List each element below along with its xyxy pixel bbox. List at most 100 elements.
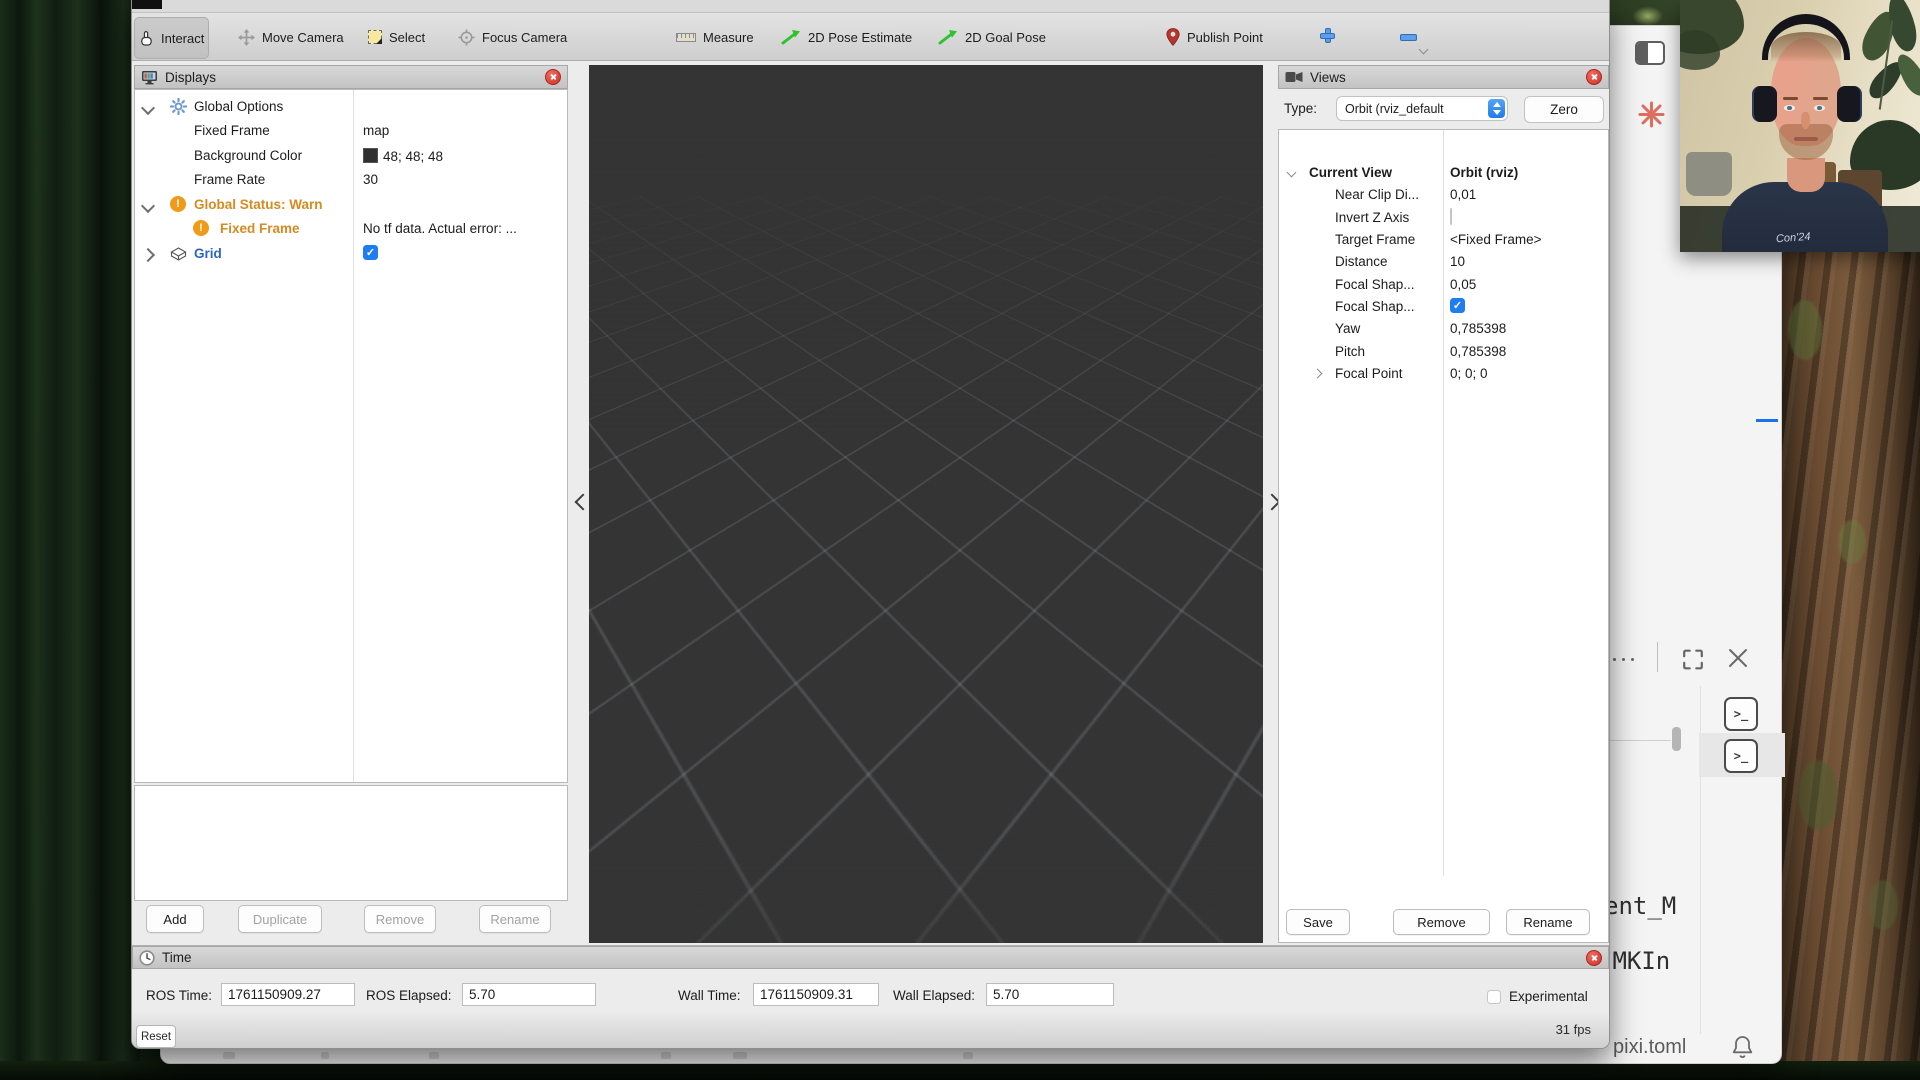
row-value[interactable]: 0,785398 — [1450, 344, 1506, 359]
statusbar-glyph — [661, 1052, 671, 1059]
ros-elapsed-field[interactable] — [462, 983, 596, 1006]
color-swatch — [363, 148, 378, 163]
time-panel-header[interactable]: Time — [132, 946, 1609, 969]
chevron-down-icon[interactable] — [1287, 168, 1297, 178]
tree-row-grid[interactable]: Grid ✓ — [134, 242, 568, 266]
tree-row-fixed-frame-warning[interactable]: ! Fixed Frame No tf data. Actual error: … — [134, 217, 568, 241]
tree-row-frame-rate[interactable]: Frame Rate 30 — [134, 168, 568, 192]
panel-close-button[interactable] — [545, 69, 561, 85]
invert-z-checkbox[interactable] — [1450, 208, 1452, 225]
bell-icon[interactable] — [1731, 1034, 1754, 1060]
view-row-focal-shape-fixed[interactable]: Focal Shap... ✓ — [1278, 296, 1609, 318]
dropdown-stepper-icon[interactable] — [1488, 99, 1505, 118]
panel-close-button[interactable] — [1586, 69, 1602, 85]
view-row-current-view[interactable]: Current View Orbit (rviz) — [1278, 162, 1609, 184]
view-row-focal-point[interactable]: Focal Point 0; 0; 0 — [1278, 363, 1609, 385]
tool-2d-goal-pose[interactable]: 2D Goal Pose — [934, 19, 1050, 55]
tool-2d-pose-estimate[interactable]: 2D Pose Estimate — [777, 19, 916, 55]
view-row-invert-z[interactable]: Invert Z Axis — [1278, 207, 1609, 229]
duplicate-display-button[interactable]: Duplicate — [238, 905, 322, 933]
tool-label: Measure — [703, 30, 754, 45]
tree-row-global-status[interactable]: ! Global Status: Warn — [134, 193, 568, 217]
grid-enabled-checkbox[interactable]: ✓ — [363, 245, 378, 260]
close-icon[interactable] — [1726, 646, 1750, 670]
rename-display-button[interactable]: Rename — [479, 905, 551, 933]
tree-row-fixed-frame[interactable]: Fixed Frame map — [134, 119, 568, 143]
clock-icon — [139, 950, 155, 966]
warning-icon: ! — [193, 220, 209, 236]
add-display-button[interactable]: Add — [146, 905, 204, 933]
row-value[interactable]: 0; 0; 0 — [1450, 366, 1488, 381]
row-value[interactable]: ✓ — [363, 245, 378, 260]
wall-elapsed-label: Wall Elapsed: — [893, 988, 975, 1003]
displays-panel-header[interactable]: Displays — [134, 65, 568, 89]
row-value[interactable] — [1450, 209, 1452, 224]
wall-elapsed-field[interactable] — [986, 983, 1114, 1006]
ros-time-field[interactable] — [221, 983, 355, 1006]
sidebar-toggle-icon[interactable] — [1635, 41, 1665, 65]
row-value[interactable]: 30 — [363, 172, 378, 187]
chevron-down-icon[interactable] — [141, 101, 155, 115]
reset-button[interactable]: Reset — [136, 1025, 176, 1048]
rviz-toolbar: Interact Move Camera Select Focu — [132, 13, 1609, 61]
tree-row-background-color[interactable]: Background Color 48; 48; 48 — [134, 144, 568, 168]
tool-select[interactable]: Select — [364, 19, 429, 55]
save-view-button[interactable]: Save — [1286, 909, 1350, 935]
view-row-focal-shape-size[interactable]: Focal Shap... 0,05 — [1278, 274, 1609, 296]
row-label: Focal Shap... — [1335, 299, 1415, 314]
scrollbar-thumb[interactable] — [1672, 727, 1681, 751]
grid-fade-overlay — [589, 65, 1263, 943]
row-value[interactable]: 0,05 — [1450, 277, 1476, 292]
view-type-dropdown[interactable]: Orbit (rviz_default — [1336, 96, 1508, 121]
view-row-target-frame[interactable]: Target Frame <Fixed Frame> — [1278, 229, 1609, 251]
view-row-distance[interactable]: Distance 10 — [1278, 251, 1609, 273]
wall-time-field[interactable] — [753, 983, 879, 1006]
panel-close-button[interactable] — [1586, 950, 1602, 966]
pixi-toml-label[interactable]: pixi.toml — [1613, 1036, 1686, 1059]
chevron-down-icon[interactable] — [141, 199, 155, 213]
person-mouth — [1794, 137, 1818, 141]
rename-view-button[interactable]: Rename — [1506, 909, 1590, 935]
row-value[interactable]: 0,785398 — [1450, 321, 1506, 336]
zero-button[interactable]: Zero — [1524, 96, 1604, 123]
view-row-pitch[interactable]: Pitch 0,785398 — [1278, 341, 1609, 363]
ruler-icon — [676, 33, 696, 42]
tool-label: Focus Camera — [482, 30, 567, 45]
chevron-right-icon[interactable] — [141, 248, 155, 262]
description-box — [134, 785, 568, 901]
chevron-right-icon[interactable] — [1313, 369, 1323, 379]
terminal-icon[interactable]: >_ — [1724, 739, 1758, 773]
view-row-near-clip[interactable]: Near Clip Di... 0,01 — [1278, 184, 1609, 206]
remove-tool-button[interactable] — [1400, 34, 1417, 41]
statusbar-glyph — [321, 1052, 329, 1059]
row-value[interactable]: ✓ — [1450, 298, 1465, 313]
3d-viewport[interactable] — [589, 65, 1263, 943]
row-value[interactable]: 0,01 — [1450, 187, 1476, 202]
maximize-icon[interactable] — [1682, 648, 1704, 671]
tool-interact[interactable]: Interact — [134, 17, 209, 59]
tool-move-camera[interactable]: Move Camera — [234, 19, 348, 55]
row-value[interactable]: map — [363, 123, 389, 138]
view-row-yaw[interactable]: Yaw 0,785398 — [1278, 318, 1609, 340]
tool-label: Move Camera — [262, 30, 344, 45]
window-top-edge — [132, 0, 1609, 13]
more-actions-icon[interactable] — [1611, 656, 1637, 662]
tool-focus-camera[interactable]: Focus Camera — [454, 19, 571, 55]
grid-icon — [170, 247, 187, 261]
remove-display-button[interactable]: Remove — [364, 905, 436, 933]
monitor-icon — [141, 70, 158, 85]
statusbar-glyph — [733, 1052, 747, 1059]
views-panel-header[interactable]: Views — [1278, 65, 1609, 89]
remove-view-button[interactable]: Remove — [1393, 909, 1490, 935]
terminal-icon[interactable]: >_ — [1724, 697, 1758, 731]
row-value[interactable]: 48; 48; 48 — [363, 148, 443, 164]
tool-publish-point[interactable]: Publish Point — [1162, 19, 1267, 55]
tree-row-global-options[interactable]: Global Options — [134, 95, 568, 119]
panel-title: Time — [162, 950, 192, 965]
eye — [1814, 105, 1825, 111]
experimental-checkbox[interactable] — [1487, 990, 1501, 1004]
row-value[interactable]: 10 — [1450, 254, 1465, 269]
focal-shape-checkbox[interactable]: ✓ — [1450, 298, 1465, 313]
row-value[interactable]: <Fixed Frame> — [1450, 232, 1542, 247]
tool-measure[interactable]: Measure — [672, 19, 758, 55]
